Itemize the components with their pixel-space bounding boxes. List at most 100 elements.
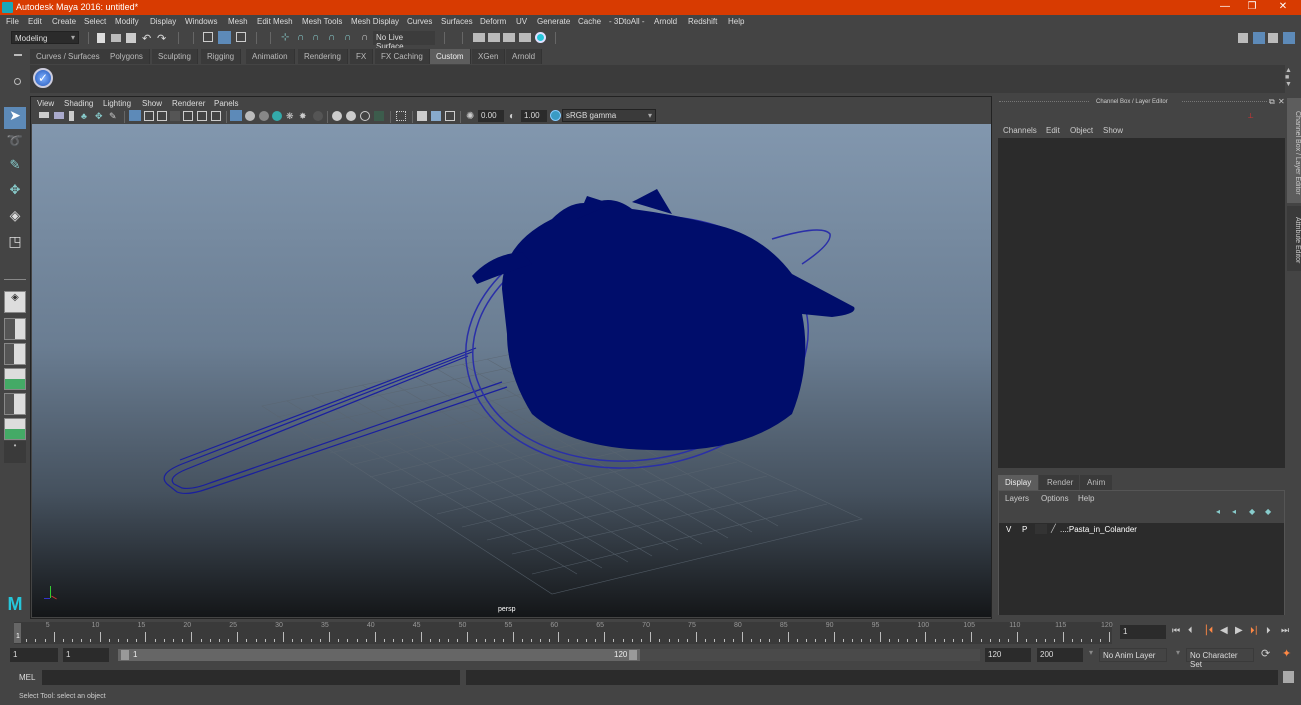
snap-to-point-icon[interactable]: ∩: [312, 32, 322, 43]
shelf-tab-rigging[interactable]: Rigging: [201, 49, 242, 64]
layer-type-toggle[interactable]: [1035, 524, 1047, 534]
edit-menu[interactable]: Edit: [1046, 126, 1060, 135]
new-scene-icon[interactable]: [97, 33, 105, 43]
viewport-menu-lighting[interactable]: Lighting: [103, 99, 131, 108]
grid-toggle-icon[interactable]: [129, 110, 141, 121]
bookmark-icon[interactable]: [69, 111, 74, 121]
step-back-key-icon[interactable]: ⎮⏴: [1204, 625, 1213, 636]
menu-edit[interactable]: Edit: [28, 17, 42, 26]
safe-title-icon[interactable]: [211, 111, 221, 121]
snap-to-curve-icon[interactable]: ∩: [297, 32, 307, 43]
shelf-settings-icon[interactable]: [14, 78, 21, 85]
2d-pan-zoom-icon[interactable]: ✥: [95, 111, 105, 121]
menu-generate[interactable]: Generate: [537, 17, 570, 26]
gamma-field[interactable]: 1.00: [521, 110, 547, 122]
shelf-tab-rendering[interactable]: Rendering: [298, 49, 348, 64]
viewport-menu-panels[interactable]: Panels: [214, 99, 238, 108]
panel-grip[interactable]: [999, 101, 1089, 102]
go-to-start-icon[interactable]: ⏮: [1172, 625, 1180, 636]
camera-attributes-icon[interactable]: [54, 112, 64, 119]
wireframe-on-shaded-icon[interactable]: [259, 111, 269, 121]
shelf-tab-arnold[interactable]: Arnold: [506, 49, 543, 64]
rotate-tool-icon[interactable]: ◈: [4, 207, 26, 229]
shelf-tab-animation[interactable]: Animation: [246, 49, 295, 64]
modeling-toolkit-icon[interactable]: [1238, 33, 1248, 43]
step-forward-key-icon[interactable]: ⏵⎮: [1250, 625, 1258, 636]
exposure-field[interactable]: 0.00: [478, 110, 504, 122]
select-tool-icon[interactable]: ➤: [4, 107, 26, 129]
persp-graph-layout-icon[interactable]: [4, 368, 26, 390]
isolate-select-icon[interactable]: [374, 111, 384, 121]
menu-arnold[interactable]: Arnold: [654, 17, 677, 26]
make-live-icon[interactable]: ∩: [344, 32, 354, 43]
layer-row[interactable]: V P ╱ ...:Pasta_in_Colander: [999, 523, 1284, 535]
layer-playback-toggle[interactable]: P: [1022, 525, 1027, 534]
select-by-hierarchy-icon[interactable]: [203, 32, 213, 42]
shelf-tab-fx-caching[interactable]: FX Caching: [375, 49, 430, 64]
time-ruler[interactable]: 5 10 15 20 25 30 35 40 45 50 55 60 65 70 75 80 85 90 95 100…: [14, 622, 1113, 644]
attribute-editor-toggle-icon[interactable]: [1253, 32, 1265, 44]
backface-culling-icon[interactable]: [445, 111, 455, 121]
menu-3dtoall[interactable]: - 3DtoAll -: [609, 17, 645, 26]
motion-blur-icon[interactable]: [332, 111, 342, 121]
range-end-handle[interactable]: [629, 650, 637, 660]
image-plane-icon[interactable]: ♣: [81, 111, 91, 121]
scale-tool-icon[interactable]: ◳: [4, 233, 26, 255]
snap-to-surface-icon[interactable]: ∩: [361, 32, 371, 43]
smooth-shade-icon[interactable]: [245, 111, 255, 121]
gamma-icon[interactable]: ◐: [509, 111, 519, 122]
live-surface-field[interactable]: No Live Surface: [373, 31, 435, 51]
viewport-menu-renderer[interactable]: Renderer: [172, 99, 205, 108]
shelf-scroll-icon[interactable]: ▲ ■ ▼: [1285, 67, 1293, 91]
layer-tab-anim[interactable]: Anim: [1080, 475, 1112, 490]
film-gate-icon[interactable]: [144, 111, 154, 121]
wireframe-icon[interactable]: [230, 110, 242, 121]
menu-create[interactable]: Create: [52, 17, 76, 26]
persp-graph-hypershade-layout-icon[interactable]: [4, 418, 26, 440]
start-time-field[interactable]: 1: [10, 648, 58, 662]
manipulator-icon[interactable]: ⟂: [1248, 111, 1253, 121]
side-tab-channel-box[interactable]: Channel Box / Layer Editor: [1287, 98, 1301, 203]
play-backwards-icon[interactable]: ◀: [1220, 625, 1228, 636]
go-to-end-icon[interactable]: ⏭: [1281, 625, 1289, 636]
end-time-field[interactable]: 200: [1037, 648, 1083, 662]
tool-settings-toggle-icon[interactable]: [1268, 33, 1278, 43]
chevron-down-icon[interactable]: ▾: [1089, 648, 1093, 657]
menu-set-dropdown[interactable]: Modeling ▾: [11, 31, 79, 44]
move-layer-down-icon[interactable]: ◂: [1232, 507, 1236, 516]
layer-name[interactable]: ...:Pasta_in_Colander: [1060, 525, 1137, 534]
menu-cache[interactable]: Cache: [578, 17, 601, 26]
persp-outliner-layout-icon[interactable]: [4, 343, 26, 365]
resolution-gate-icon[interactable]: [157, 111, 167, 121]
script-editor-icon[interactable]: [1283, 671, 1294, 683]
play-forwards-icon[interactable]: ▶: [1235, 625, 1243, 636]
channel-list[interactable]: [998, 138, 1285, 468]
auto-key-icon[interactable]: ⟳: [1261, 647, 1270, 660]
command-language-label[interactable]: MEL: [19, 673, 35, 682]
save-scene-icon[interactable]: [126, 33, 136, 43]
menu-mesh-tools[interactable]: Mesh Tools: [302, 17, 342, 26]
options-menu[interactable]: Options: [1041, 494, 1069, 503]
safe-action-icon[interactable]: [197, 111, 207, 121]
playback-end-field[interactable]: 120: [985, 648, 1031, 662]
character-set-dropdown[interactable]: No Character Set: [1186, 648, 1254, 669]
open-scene-icon[interactable]: [111, 34, 121, 42]
lasso-tool-icon[interactable]: ➰: [4, 133, 26, 155]
color-management-icon[interactable]: [550, 110, 561, 121]
layer-tab-display[interactable]: Display: [998, 475, 1038, 490]
command-input[interactable]: [42, 670, 460, 685]
depth-of-field-icon[interactable]: [360, 111, 370, 121]
menu-uv[interactable]: UV: [516, 17, 527, 26]
channels-menu[interactable]: Channels: [1003, 126, 1037, 135]
layer-visibility-toggle[interactable]: V: [1006, 525, 1011, 534]
current-frame-field[interactable]: 1: [1120, 625, 1166, 639]
maximize-button[interactable]: ❐: [1245, 1, 1259, 12]
single-perspective-layout-icon[interactable]: ◈: [4, 291, 26, 313]
time-slider[interactable]: 5 10 15 20 25 30 35 40 45 50 55 60 65 70 75 80 85 90 95 100…: [0, 620, 1301, 644]
layers-menu[interactable]: Layers: [1005, 494, 1029, 503]
gate-mask-icon[interactable]: [170, 111, 180, 121]
playback-start-field[interactable]: 1: [63, 648, 109, 662]
snap-to-grid-icon[interactable]: ⊹: [281, 32, 291, 43]
ipr-render-icon[interactable]: [503, 33, 515, 42]
select-by-object-icon[interactable]: [218, 31, 231, 44]
